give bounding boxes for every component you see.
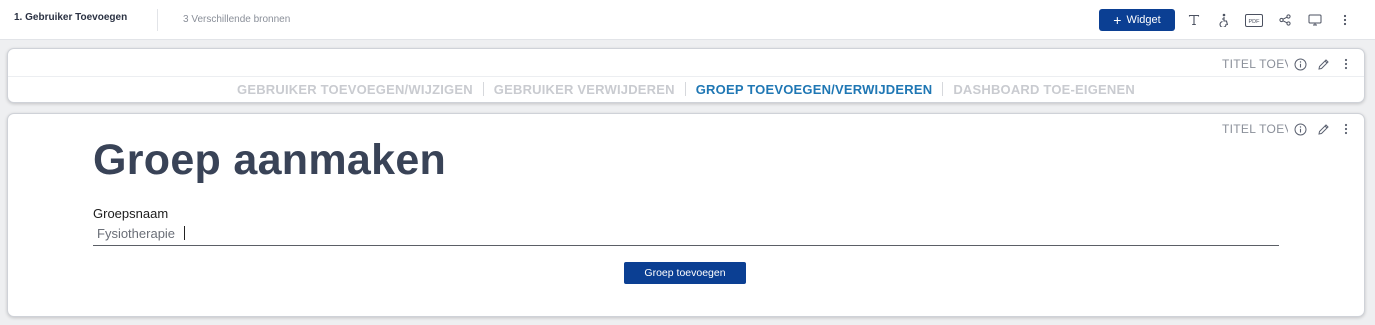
more-vertical-icon[interactable] <box>1338 56 1354 72</box>
sources-count[interactable]: 3 Verschillende bronnen <box>183 14 290 25</box>
add-widget-label: Widget <box>1126 14 1161 26</box>
card-header-actions: TITEL TOEVOEGEN <box>1222 121 1354 137</box>
share-icon[interactable] <box>1277 12 1293 28</box>
card-header-actions: TITEL TOEVOEGEN <box>1222 56 1354 72</box>
plus-icon: + <box>1113 11 1122 28</box>
text-icon[interactable] <box>1186 12 1202 28</box>
info-icon[interactable] <box>1292 56 1308 72</box>
tab-gebruiker-verwijderen[interactable]: GEBRUIKER VERWIJDEREN <box>484 82 685 97</box>
tab-dashboard-toe-eigenen[interactable]: DASHBOARD TOE-EIGENEN <box>943 82 1145 97</box>
card-title-input[interactable]: TITEL TOEVOEGEN <box>1222 122 1288 136</box>
card-divider <box>8 76 1364 77</box>
edit-pencil-icon[interactable] <box>1315 56 1331 72</box>
info-icon[interactable] <box>1292 121 1308 137</box>
group-name-label: Groepsnaam <box>93 206 169 221</box>
group-name-input[interactable] <box>93 222 1279 246</box>
tab-groep-toevoegen[interactable]: GROEP TOEVOEGEN/VERWIJDEREN <box>686 82 943 97</box>
form-widget-card: TITEL TOEVOEGEN Groep aanmaken Groepsnaa… <box>7 113 1365 317</box>
pdf-icon-label: PDF <box>1249 19 1261 25</box>
top-toolbar: 1. Gebruiker Toevoegen 3 Verschillende b… <box>0 0 1375 40</box>
toolbar-divider <box>157 9 158 31</box>
monitor-icon[interactable] <box>1307 12 1323 28</box>
pdf-icon[interactable]: PDF <box>1245 12 1263 28</box>
tab-gebruiker-toevoegen[interactable]: GEBRUIKER TOEVOEGEN/WIJZIGEN <box>227 82 483 97</box>
tab-bar: GEBRUIKER TOEVOEGEN/WIJZIGEN GEBRUIKER V… <box>8 80 1364 98</box>
accessibility-icon[interactable] <box>1216 12 1232 28</box>
edit-pencil-icon[interactable] <box>1315 121 1331 137</box>
more-vertical-icon[interactable] <box>1338 121 1354 137</box>
add-widget-button[interactable]: + Widget <box>1099 9 1175 31</box>
add-group-button[interactable]: Groep toevoegen <box>624 262 746 284</box>
page-title: 1. Gebruiker Toevoegen <box>14 12 128 23</box>
tabs-widget-card: TITEL TOEVOEGEN GEBRUIKER TOEVOEGEN/WIJZ… <box>7 48 1365 103</box>
text-caret <box>184 226 185 240</box>
more-vertical-icon[interactable] <box>1337 12 1353 28</box>
form-heading: Groep aanmaken <box>93 136 447 184</box>
card-title-input[interactable]: TITEL TOEVOEGEN <box>1222 57 1288 71</box>
